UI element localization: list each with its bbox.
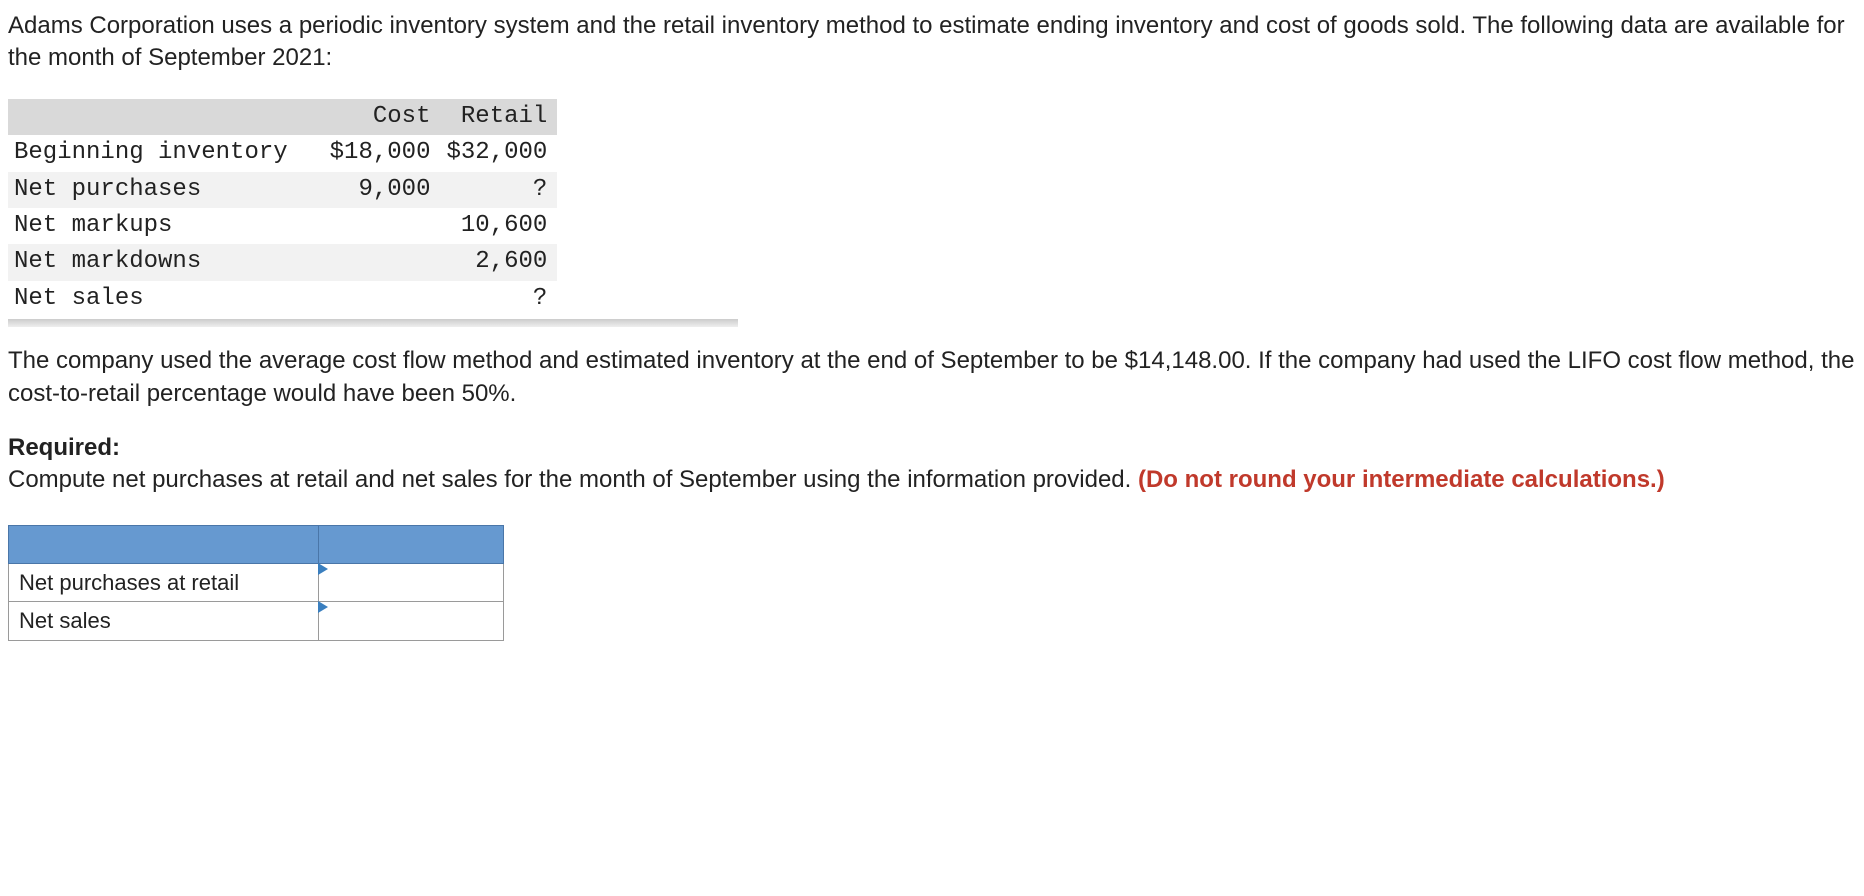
table-row: Net markups 10,600 xyxy=(8,208,557,244)
problem-context: The company used the average cost flow m… xyxy=(8,345,1856,410)
table-row: Beginning inventory $18,000 $32,000 xyxy=(8,135,557,171)
answer-header-blank-2 xyxy=(319,525,504,563)
answer-row-net-purchases: Net purchases at retail xyxy=(9,563,504,602)
table-row: Net markdowns 2,600 xyxy=(8,244,557,280)
problem-intro: Adams Corporation uses a periodic invent… xyxy=(8,10,1856,75)
answer-row-net-sales: Net sales xyxy=(9,602,504,641)
answer-label-net-sales: Net sales xyxy=(9,602,319,641)
answer-header-blank-1 xyxy=(9,525,319,563)
net-purchases-retail-input[interactable] xyxy=(319,564,503,602)
row-label: Net markups xyxy=(8,208,324,244)
required-label: Required: xyxy=(8,432,1856,464)
table-row: Net purchases 9,000 ? xyxy=(8,172,557,208)
answer-label-net-purchases: Net purchases at retail xyxy=(9,563,319,602)
table-shadow xyxy=(8,319,738,327)
row-label: Beginning inventory xyxy=(8,135,324,171)
row-cost xyxy=(324,281,441,317)
row-retail: ? xyxy=(440,172,557,208)
answer-input-cell-net-sales[interactable] xyxy=(319,602,504,641)
row-cost: $18,000 xyxy=(324,135,441,171)
header-cost: Cost xyxy=(324,99,441,135)
given-data-table: Cost Retail Beginning inventory $18,000 … xyxy=(8,99,557,317)
data-table-container: Cost Retail Beginning inventory $18,000 … xyxy=(8,99,1856,327)
row-retail: ? xyxy=(440,281,557,317)
answer-input-cell-net-purchases[interactable] xyxy=(319,563,504,602)
row-label: Net markdowns xyxy=(8,244,324,280)
input-marker-icon xyxy=(318,601,328,613)
table-header-row: Cost Retail xyxy=(8,99,557,135)
row-label: Net sales xyxy=(8,281,324,317)
row-retail: 10,600 xyxy=(440,208,557,244)
row-retail: $32,000 xyxy=(440,135,557,171)
row-cost xyxy=(324,244,441,280)
row-cost xyxy=(324,208,441,244)
row-retail: 2,600 xyxy=(440,244,557,280)
header-blank xyxy=(8,99,324,135)
row-cost: 9,000 xyxy=(324,172,441,208)
required-text: Compute net purchases at retail and net … xyxy=(8,466,1138,493)
header-retail: Retail xyxy=(440,99,557,135)
answer-header-row xyxy=(9,525,504,563)
required-section: Required: Compute net purchases at retai… xyxy=(8,432,1856,497)
net-sales-input[interactable] xyxy=(319,602,503,640)
red-note: (Do not round your intermediate calculat… xyxy=(1138,466,1665,493)
row-label: Net purchases xyxy=(8,172,324,208)
table-row: Net sales ? xyxy=(8,281,557,317)
input-marker-icon xyxy=(318,563,328,575)
answer-input-table: Net purchases at retail Net sales xyxy=(8,525,504,641)
